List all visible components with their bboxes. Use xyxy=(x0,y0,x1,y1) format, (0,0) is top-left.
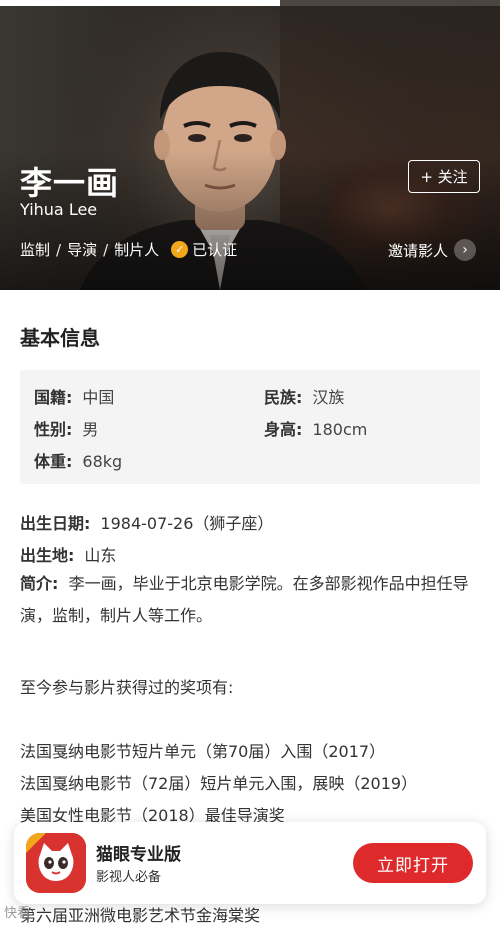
follow-button[interactable]: + 关注 xyxy=(408,160,480,193)
role-producer: 制片人 xyxy=(114,241,160,259)
info-key: 体重: xyxy=(34,452,73,471)
awards-intro: 至今参与影片获得过的奖项有: xyxy=(20,678,234,697)
info-key: 民族: xyxy=(264,388,303,407)
intro-text: 李一画，毕业于北京电影学院。在多部影视作品中担任导演，监制，制片人等工作。 xyxy=(20,574,469,625)
detail-value: 1984-07-26（狮子座） xyxy=(100,514,274,533)
app-name: 猫眼专业版 xyxy=(96,845,181,865)
info-key: 性别: xyxy=(34,420,73,439)
info-value: 中国 xyxy=(82,388,115,407)
invite-button[interactable]: 邀请影人 › xyxy=(388,239,477,261)
role-separator: / xyxy=(56,240,62,259)
introduction: 简介: 李一画，毕业于北京电影学院。在多部影视作品中担任导演，监制，制片人等工作… xyxy=(20,568,482,632)
role-list: 监制 / 导演 / 制片人 ✓ 已认证 xyxy=(20,239,237,260)
person-name: 李一画 xyxy=(20,164,120,202)
info-value: 68kg xyxy=(82,452,123,471)
watermark: 快看 xyxy=(4,906,31,921)
section-title-basic-info: 基本信息 xyxy=(20,326,100,350)
person-name-english: Yihua Lee xyxy=(20,200,98,219)
info-key: 国籍: xyxy=(34,388,73,407)
invite-label: 邀请影人 xyxy=(388,241,449,260)
info-value: 180cm xyxy=(312,420,368,439)
app-download-banner[interactable]: 猫眼专业版 影视人必备 立即打开 xyxy=(14,822,486,904)
award-item: 第六届亚洲微电影艺术节金海棠奖 xyxy=(20,906,261,925)
maoyan-cat-icon xyxy=(26,833,86,893)
detail-key: 出生日期: xyxy=(20,514,91,533)
award-item: 法国戛纳电影节短片单元（第70届）入围（2017） xyxy=(20,742,386,761)
role-separator: / xyxy=(103,240,109,259)
info-gender: 性别: 男 xyxy=(34,416,98,440)
award-item: 法国戛纳电影节（72届）短片单元入围，展映（2019） xyxy=(20,774,418,793)
role-supervisor: 监制 xyxy=(20,241,51,259)
intro-key: 简介: xyxy=(20,574,59,593)
info-value: 汉族 xyxy=(312,388,345,407)
role-director: 导演 xyxy=(67,241,98,259)
profile-header: 李一画 Yihua Lee 监制 / 导演 / 制片人 ✓ 已认证 + 关注 邀… xyxy=(0,0,500,290)
info-key: 身高: xyxy=(264,420,303,439)
verified-badge: ✓ 已认证 xyxy=(171,239,237,260)
info-value: 男 xyxy=(82,420,99,439)
birth-date: 出生日期: 1984-07-26（狮子座） xyxy=(20,510,273,534)
basic-info-box: 国籍: 中国 民族: 汉族 性别: 男 身高: 180cm 体重: 68kg xyxy=(20,370,480,484)
verified-check-icon: ✓ xyxy=(171,241,189,258)
info-nationality: 国籍: 中国 xyxy=(34,384,114,408)
birthplace: 出生地: 山东 xyxy=(20,542,116,566)
verified-label: 已认证 xyxy=(192,241,238,259)
info-weight: 体重: 68kg xyxy=(34,448,122,472)
app-subtitle: 影视人必备 xyxy=(96,870,162,885)
info-height: 身高: 180cm xyxy=(264,416,367,440)
detail-key: 出生地: xyxy=(20,546,75,565)
detail-value: 山东 xyxy=(84,546,117,565)
open-app-button[interactable]: 立即打开 xyxy=(353,843,473,883)
chevron-right-icon: › xyxy=(454,239,477,261)
info-ethnicity: 民族: 汉族 xyxy=(264,384,344,408)
